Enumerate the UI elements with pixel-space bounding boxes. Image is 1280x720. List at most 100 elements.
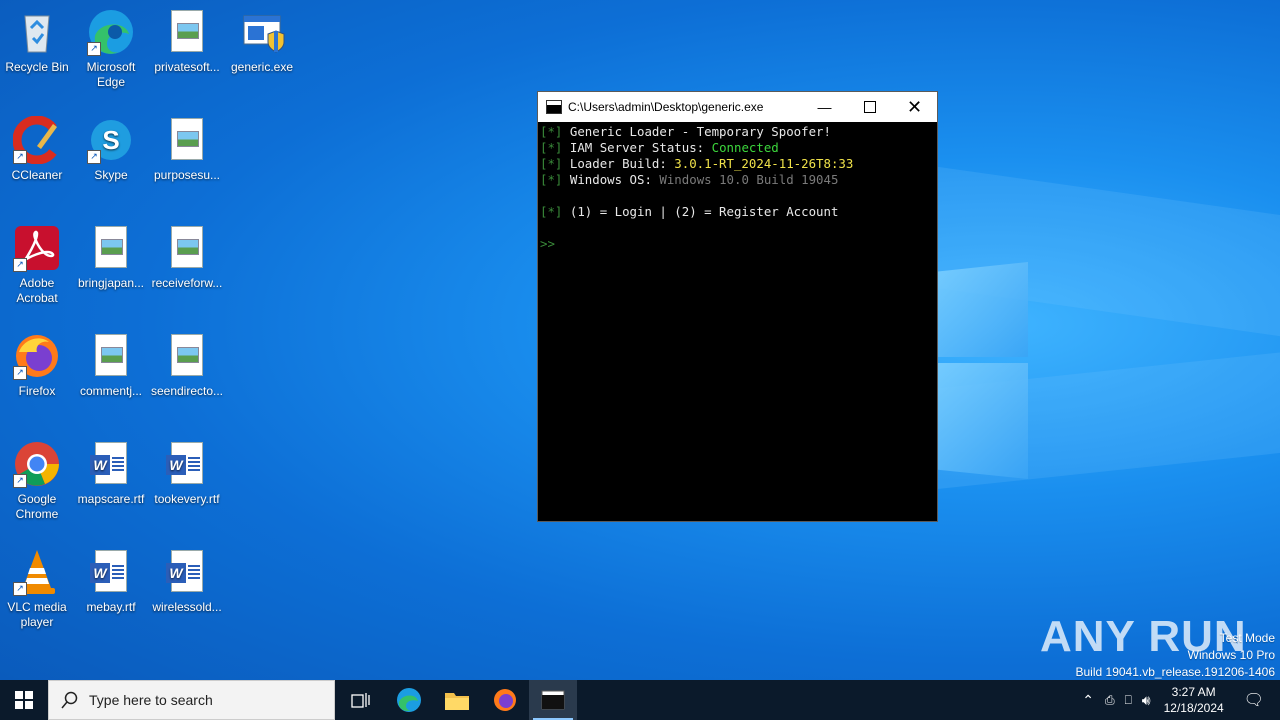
desktop-icon-chrome[interactable]: ↗ Google Chrome <box>0 440 74 522</box>
exe-file-icon <box>238 8 286 56</box>
desktop-icon-privatesoft[interactable]: privatesoft... <box>150 8 224 75</box>
recycle-bin-icon <box>13 8 61 56</box>
svg-text:S: S <box>102 125 119 155</box>
folder-icon <box>445 693 469 710</box>
system-tray: ⌃ ⎙ ⎕ 🔊︎ 3:27 AM 12/18/2024 🗨︎ <box>1076 680 1280 720</box>
taskbar-file-explorer[interactable] <box>433 680 481 720</box>
shortcut-arrow-icon: ↗ <box>13 258 27 272</box>
prefix: [*] <box>540 204 563 219</box>
taskbar-search-box[interactable]: Type here to search <box>48 680 335 720</box>
desktop-icon-vlc[interactable]: ↗ VLC media player <box>0 548 74 630</box>
taskbar: Type here to search ⌃ ⎙ ⎕ 🔊︎ 3:27 AM 12/… <box>0 680 1280 720</box>
desktop-icon-firefox[interactable]: ↗ Firefox <box>0 332 74 399</box>
firefox-icon: ↗ <box>13 332 61 380</box>
edition-text: Windows 10 Pro <box>1187 648 1275 662</box>
desktop-icon-purposesu[interactable]: purposesu... <box>150 116 224 183</box>
shortcut-arrow-icon: ↗ <box>87 42 101 56</box>
maximize-icon <box>863 101 876 113</box>
build-text: Build 19041.vb_release.191206-1406 <box>1075 665 1276 679</box>
desktop-icon-bringjapan[interactable]: bringjapan... <box>74 224 148 291</box>
shortcut-arrow-icon: ↗ <box>87 150 101 164</box>
desktop-icon-skype[interactable]: S ↗ Skype <box>74 116 148 183</box>
clock-date: 12/18/2024 <box>1163 701 1224 715</box>
desktop-icon-ccleaner[interactable]: ↗ CCleaner <box>0 115 74 183</box>
image-file-icon <box>87 224 135 272</box>
taskbar-firefox[interactable] <box>481 680 529 720</box>
start-button[interactable] <box>0 680 48 720</box>
shortcut-arrow-icon: ↗ <box>13 582 27 596</box>
taskbar-edge[interactable] <box>385 680 433 720</box>
desktop-icon-tookevery[interactable]: W tookevery.rtf <box>150 440 224 507</box>
clock-time: 3:27 AM <box>1171 685 1216 699</box>
ccleaner-icon: ↗ <box>12 115 61 165</box>
device-icon[interactable]: ⎙ <box>1100 693 1120 708</box>
word-file-icon: W <box>87 548 135 596</box>
network-icon[interactable]: ⎕ <box>1120 693 1137 708</box>
shortcut-arrow-icon: ↗ <box>13 474 27 488</box>
volume-icon[interactable]: 🔊︎ <box>1137 692 1156 709</box>
vlc-icon: ↗ <box>13 548 61 596</box>
server-status-value: Connected <box>711 140 779 155</box>
edge-icon: ↗ <box>87 8 135 56</box>
console-line-status-label: IAM Server Status: <box>569 140 712 155</box>
desktop-icon-wirelessold[interactable]: W wirelessold... <box>150 548 224 615</box>
close-button[interactable]: ✕ <box>892 92 937 122</box>
desktop-icon-mapscare[interactable]: W mapscare.rtf <box>74 440 148 507</box>
desktop-icon-acrobat[interactable]: ↗ Adobe Acrobat <box>0 224 74 306</box>
acrobat-icon: ↗ <box>13 224 61 272</box>
desktop-icon-mebay[interactable]: W mebay.rtf <box>74 548 148 615</box>
console-output[interactable]: [*] Generic Loader - Temporary Spoofer! … <box>538 122 937 252</box>
console-window[interactable]: C:\Users\admin\Desktop\generic.exe — ✕ [… <box>537 91 938 522</box>
taskbar-console[interactable] <box>529 680 577 720</box>
console-line-os-label: Windows OS: <box>569 172 660 187</box>
os-version-value: Windows 10.0 Build 19045 <box>659 172 839 187</box>
skype-icon: S ↗ <box>87 116 135 164</box>
image-file-icon <box>163 332 211 380</box>
console-line-build-label: Loader Build: <box>569 156 675 171</box>
maximize-button[interactable] <box>847 92 892 122</box>
console-line-menu: (1) = Login | (2) = Register Account <box>569 204 839 219</box>
search-placeholder: Type here to search <box>89 692 213 708</box>
prefix: [*] <box>540 140 563 155</box>
console-line-title: Generic Loader - Temporary Spoofer! <box>569 124 831 139</box>
image-file-icon <box>87 332 135 380</box>
desktop-icon-commentj[interactable]: commentj... <box>74 332 148 399</box>
image-file-icon <box>163 224 211 272</box>
prefix: [*] <box>540 124 563 139</box>
windows-start-icon <box>15 691 33 709</box>
console-app-icon <box>541 690 565 710</box>
shortcut-arrow-icon: ↗ <box>13 150 27 164</box>
word-file-icon: W <box>163 440 211 488</box>
console-prompt[interactable]: >> <box>540 236 555 251</box>
search-icon <box>61 691 78 709</box>
taskbar-clock[interactable]: 3:27 AM 12/18/2024 <box>1164 684 1224 716</box>
chrome-icon: ↗ <box>13 440 61 488</box>
minimize-icon: — <box>817 99 832 115</box>
image-file-icon <box>163 116 211 164</box>
loader-build-value: 3.0.1-RT_2024-11-26T8:33 <box>674 156 854 171</box>
console-app-icon <box>546 100 562 114</box>
desktop-icon-recycle-bin[interactable]: Recycle Bin <box>0 8 74 75</box>
console-title: C:\Users\admin\Desktop\generic.exe <box>568 100 764 114</box>
word-file-icon: W <box>163 548 211 596</box>
shortcut-arrow-icon: ↗ <box>13 366 27 380</box>
chevron-up-icon[interactable]: ⌃ <box>1076 692 1100 709</box>
task-view-button[interactable] <box>337 680 385 720</box>
desktop-icon-edge[interactable]: ↗ Microsoft Edge <box>74 8 148 90</box>
close-icon: ✕ <box>906 96 923 117</box>
test-mode-text: Test Mode <box>1219 631 1275 645</box>
console-titlebar[interactable]: C:\Users\admin\Desktop\generic.exe — ✕ <box>538 92 937 122</box>
word-file-icon: W <box>87 440 135 488</box>
prefix: [*] <box>540 156 563 171</box>
edge-icon <box>397 688 421 712</box>
desktop-icon-receiveforw[interactable]: receiveforw... <box>150 224 224 291</box>
desktop-icon-seendirecto[interactable]: seendirecto... <box>150 332 224 399</box>
desktop-icon-generic-exe[interactable]: generic.exe <box>225 8 299 75</box>
task-view-icon <box>351 693 370 708</box>
image-file-icon <box>163 8 211 56</box>
firefox-icon <box>494 689 516 711</box>
prefix: [*] <box>540 172 563 187</box>
notification-icon[interactable]: 🗨︎ <box>1238 690 1280 710</box>
system-watermark: Test Mode Windows 10 Pro Build 19041.vb_… <box>1076 630 1276 681</box>
minimize-button[interactable]: — <box>802 92 847 122</box>
